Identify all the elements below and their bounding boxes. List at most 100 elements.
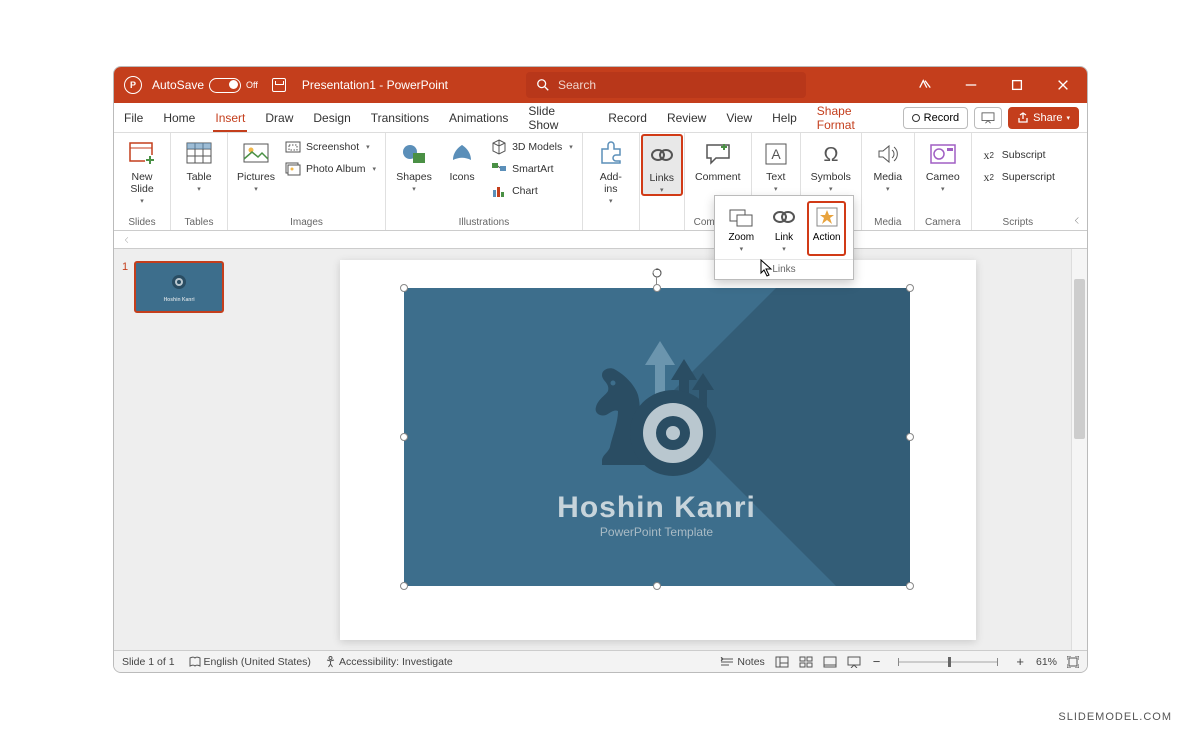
- resize-handle[interactable]: [400, 582, 408, 590]
- autosave-toggle[interactable]: AutoSave Off: [152, 78, 258, 93]
- dropdown-group-label: Links: [715, 259, 853, 279]
- zoom-level[interactable]: 61%: [1036, 656, 1057, 668]
- pictures-button[interactable]: Pictures▾: [234, 135, 278, 193]
- selected-shape[interactable]: Hoshin Kanri PowerPoint Template: [404, 288, 910, 586]
- table-icon: [184, 139, 214, 169]
- resize-handle[interactable]: [906, 582, 914, 590]
- smartart-button[interactable]: SmartArt: [488, 159, 576, 179]
- resize-handle[interactable]: [906, 433, 914, 441]
- screenshot-icon: [285, 139, 301, 155]
- save-icon[interactable]: [272, 78, 286, 92]
- comment-icon: [703, 139, 733, 169]
- superscript-button[interactable]: x2Superscript: [978, 167, 1058, 187]
- tab-view[interactable]: View: [716, 103, 762, 132]
- action-star-icon: [814, 204, 840, 230]
- slideshow-view-button[interactable]: [847, 656, 861, 668]
- table-button[interactable]: Table▾: [177, 135, 221, 193]
- tab-animations[interactable]: Animations: [439, 103, 518, 132]
- target-icon: [630, 390, 716, 476]
- scrollbar-thumb[interactable]: [1074, 279, 1085, 439]
- icons-icon: [447, 139, 477, 169]
- addins-button[interactable]: Add- ins▾: [589, 135, 633, 205]
- tab-slideshow[interactable]: Slide Show: [518, 103, 598, 132]
- sorter-view-button[interactable]: [799, 656, 813, 668]
- resize-handle[interactable]: [400, 433, 408, 441]
- vertical-scrollbar[interactable]: [1071, 249, 1087, 650]
- symbols-button[interactable]: Ω Symbols▾: [807, 135, 855, 193]
- resize-handle[interactable]: [906, 284, 914, 292]
- tab-record[interactable]: Record: [598, 103, 657, 132]
- tab-review[interactable]: Review: [657, 103, 716, 132]
- speaker-icon: [873, 139, 903, 169]
- zoom-slider[interactable]: [898, 661, 998, 663]
- chart-button[interactable]: Chart: [488, 181, 576, 201]
- cameo-button[interactable]: Cameo▾: [921, 135, 965, 193]
- tab-shape-format[interactable]: Shape Format: [807, 103, 903, 132]
- icons-button[interactable]: Icons: [440, 135, 484, 183]
- link-button[interactable]: Link▾: [766, 202, 803, 255]
- 3d-models-button[interactable]: 3D Models▾: [488, 137, 576, 157]
- fit-button[interactable]: [1067, 656, 1079, 668]
- slide-subtitle: PowerPoint Template: [600, 525, 713, 539]
- links-dropdown-panel: Zoom▾ Link▾ Action Links: [714, 195, 854, 280]
- autosave-state: Off: [246, 80, 258, 90]
- search-placeholder: Search: [558, 78, 596, 92]
- photo-album-icon: [285, 161, 301, 177]
- accessibility-status[interactable]: Accessibility: Investigate: [325, 656, 453, 668]
- addins-icon: [596, 139, 626, 169]
- tab-transitions[interactable]: Transitions: [361, 103, 439, 132]
- slide-thumbnail-1[interactable]: Hoshin Kanri: [134, 261, 224, 313]
- notes-button[interactable]: Notes: [720, 656, 764, 668]
- present-button[interactable]: [974, 107, 1002, 129]
- resize-handle[interactable]: [400, 284, 408, 292]
- subscript-button[interactable]: x2Subscript: [978, 145, 1058, 165]
- media-button[interactable]: Media▾: [868, 135, 908, 193]
- comment-button[interactable]: Comment: [691, 135, 745, 183]
- minimize-button[interactable]: [951, 67, 991, 103]
- cursor-icon: [760, 259, 774, 277]
- ribbon-collapse-row[interactable]: ⌵: [114, 231, 1087, 249]
- tab-home[interactable]: Home: [153, 103, 205, 132]
- ribbon-display-button[interactable]: [905, 67, 945, 103]
- photo-album-button[interactable]: Photo Album▾: [282, 159, 379, 179]
- zoom-button[interactable]: Zoom▾: [723, 202, 760, 255]
- accessibility-icon: [325, 656, 336, 668]
- shapes-button[interactable]: Shapes▾: [392, 135, 436, 193]
- search-input[interactable]: Search: [526, 72, 806, 98]
- ribbon-expand-button[interactable]: ⌵: [1072, 217, 1083, 224]
- tab-file[interactable]: File: [114, 103, 153, 132]
- ribbon-group-camera: Cameo▾ Camera: [915, 133, 972, 230]
- shapes-icon: [399, 139, 429, 169]
- tab-insert[interactable]: Insert: [205, 103, 255, 132]
- new-slide-button[interactable]: New Slide▾: [120, 135, 164, 205]
- resize-handle[interactable]: [653, 582, 661, 590]
- links-button[interactable]: Links▾: [642, 135, 682, 195]
- superscript-icon: x2: [981, 169, 997, 185]
- reading-view-button[interactable]: [823, 656, 837, 668]
- record-button[interactable]: Record: [903, 107, 968, 129]
- share-button[interactable]: Share▾: [1008, 107, 1079, 129]
- notes-icon: [720, 657, 734, 667]
- zoom-in-button[interactable]: +: [1014, 654, 1026, 669]
- text-button[interactable]: A Text▾: [758, 135, 794, 193]
- zoom-out-button[interactable]: −: [871, 654, 883, 669]
- resize-handle[interactable]: [653, 284, 661, 292]
- ribbon-group-tables: Table▾ Tables: [171, 133, 228, 230]
- screenshot-button[interactable]: Screenshot▾: [282, 137, 379, 157]
- powerpoint-app-icon: P: [124, 76, 142, 94]
- tab-draw[interactable]: Draw: [255, 103, 303, 132]
- slide-canvas: Hoshin Kanri PowerPoint Template: [340, 260, 976, 640]
- maximize-button[interactable]: [997, 67, 1037, 103]
- language-status[interactable]: English (United States): [189, 656, 311, 668]
- search-icon: [536, 78, 550, 92]
- tab-help[interactable]: Help: [762, 103, 807, 132]
- title-bar: P AutoSave Off Presentation1 - PowerPoin…: [114, 67, 1087, 103]
- book-icon: [189, 656, 201, 668]
- rotate-handle[interactable]: [652, 268, 662, 278]
- slide-canvas-area[interactable]: Hoshin Kanri PowerPoint Template: [244, 249, 1071, 650]
- normal-view-button[interactable]: [775, 656, 789, 668]
- tab-design[interactable]: Design: [303, 103, 360, 132]
- action-button[interactable]: Action: [808, 202, 845, 255]
- slide-counter[interactable]: Slide 1 of 1: [122, 656, 175, 668]
- close-button[interactable]: [1043, 67, 1083, 103]
